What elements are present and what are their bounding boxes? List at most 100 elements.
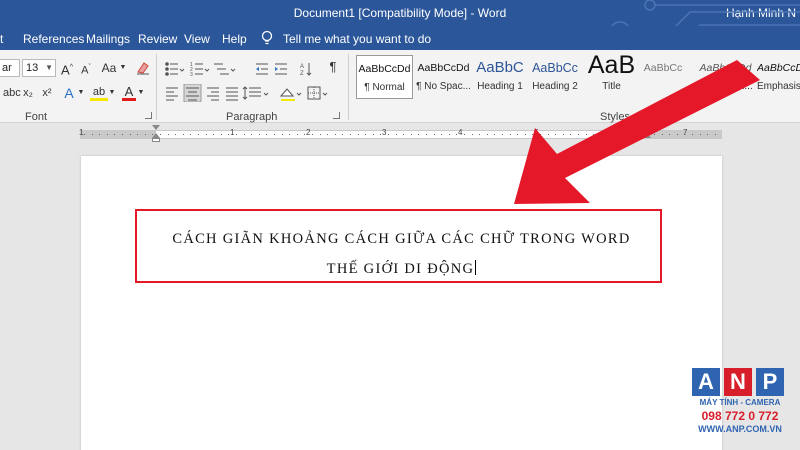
chevron-down-icon[interactable]: ▼ [108,84,116,102]
ruler-tick [616,134,617,135]
ruler-tick [114,134,116,135]
tab-mailings[interactable]: Mailings [86,32,130,46]
ruler-tick [699,134,701,135]
tell-me-search[interactable]: Tell me what you want to do [283,32,431,46]
strikethrough-button[interactable]: abc [3,84,21,102]
chevron-down-icon: ▼ [45,63,53,72]
ruler-tick [182,134,184,135]
font-color-button[interactable]: A [122,83,136,101]
style-normal[interactable]: AaBbCcDd ¶ Normal [356,55,413,99]
anp-logo: A N P [690,368,790,398]
ruler-tick [448,134,450,135]
font-size-value: 13 [26,62,39,74]
grow-font-button[interactable]: A^ [60,59,74,77]
show-formatting-button[interactable]: ¶ [327,58,339,76]
paragraph-group-label: Paragraph [226,111,278,123]
tab-view[interactable]: View [184,32,210,46]
tab-layout[interactable]: t [0,32,3,46]
ruler-tick [99,134,101,135]
ruler-tick [84,134,85,135]
ruler-tick [137,134,139,135]
ruler-tick [327,134,329,135]
lightbulb-icon[interactable] [261,30,273,46]
ruler-tick [471,134,473,135]
font-size-combo[interactable]: 13 ▼ [22,59,56,77]
style-emphasis[interactable]: AaBbCcDd Emphasis [757,55,800,99]
ruler-tick [502,134,503,135]
style-subtitle[interactable]: AaBbCc [641,55,685,99]
ruler-number: 3 [382,128,387,137]
subscript-button[interactable]: x₂ [21,84,35,102]
svg-text:Z: Z [300,71,304,77]
text-cursor [475,260,477,275]
ruler-tick [433,134,435,135]
group-divider [156,54,157,120]
horizontal-ruler[interactable]: 1 1 2 3 4 5 6 7 [79,128,722,139]
ruler-tick [228,134,230,135]
ruler-tick [144,134,146,135]
style-title[interactable]: AaB Title [584,50,639,94]
ruler-tick [479,134,481,135]
tab-review[interactable]: Review [138,32,177,46]
superscript-button[interactable]: x² [40,84,54,102]
right-indent-marker[interactable] [643,133,651,138]
watermark-website: WWW.ANP.COM.VN [698,424,782,434]
ruler-tick [692,134,693,135]
ruler-tick [410,134,412,135]
document-page[interactable]: CÁCH GIÃN KHOẢNG CÁCH GIỮA CÁC CHỮ TRONG… [81,156,722,450]
chevron-down-icon[interactable]: ▼ [137,84,145,102]
ruler-tick [707,134,709,135]
shrink-font-button[interactable]: Aˇ [79,59,93,77]
ruler-tick [357,134,359,135]
text-effects-button[interactable]: A [62,84,76,102]
ruler-tick [676,134,678,135]
ruler-tick [281,134,283,135]
ruler-tick [365,134,367,135]
style-subtle-emphasis[interactable]: AaBbCcDd Subtle Em... [697,55,754,99]
ruler-tick [167,134,169,135]
ruler-tick [441,134,443,135]
font-name-value: ar [2,62,12,74]
watermark-phone: 098 772 0 772 [701,409,779,423]
ruler-tick [562,134,564,135]
clear-formatting-icon[interactable] [135,60,151,76]
style-heading-1[interactable]: AaBbC Heading 1 [472,55,528,99]
group-divider [348,54,349,120]
ruler-number: 6 [610,128,615,137]
ruler-tick [334,134,336,135]
tab-help[interactable]: Help [222,32,247,46]
font-group-label: Font [25,111,48,123]
ruler-tick [258,134,260,135]
font-dialog-launcher[interactable] [145,112,152,119]
ruler-tick [661,134,663,135]
ruler-tick [578,134,579,135]
chevron-down-icon[interactable]: ▼ [77,84,85,102]
style-no-spacing[interactable]: AaBbCcDd ¶ No Spac... [415,55,472,99]
change-case-button[interactable]: Aa [98,59,120,77]
ruler-tick [684,134,686,135]
ruler-tick [494,134,496,135]
ruler-tick [654,134,655,135]
ruler-tick [608,134,610,135]
tab-references[interactable]: References [23,32,84,46]
font-name-combo[interactable]: ar [0,59,20,77]
ruler-tick [555,134,557,135]
highlight-color-button[interactable]: ab [90,83,108,101]
first-line-indent-marker[interactable] [152,125,160,130]
ruler-tick [456,134,458,135]
ruler-number: 4 [458,128,463,137]
left-indent-marker[interactable] [152,138,160,142]
ruler-tick [342,134,344,135]
ruler-tick [289,134,291,135]
ruler-tick [585,134,587,135]
styles-group-label: Styles [600,111,630,123]
document-text-line-1[interactable]: CÁCH GIÃN KHOẢNG CÁCH GIỮA CÁC CHỮ TRONG… [81,231,722,248]
paragraph-dialog-launcher[interactable] [333,112,340,119]
document-text-line-2[interactable]: THẾ GIỚI DI ĐỘNG [81,260,722,278]
style-heading-2[interactable]: AaBbCc Heading 2 [529,55,581,99]
ruler-number: 2 [306,128,311,137]
chevron-down-icon[interactable]: ▼ [119,59,127,77]
ruler-tick [524,134,526,135]
ruler-tick [570,134,572,135]
ruler-tick [593,134,595,135]
